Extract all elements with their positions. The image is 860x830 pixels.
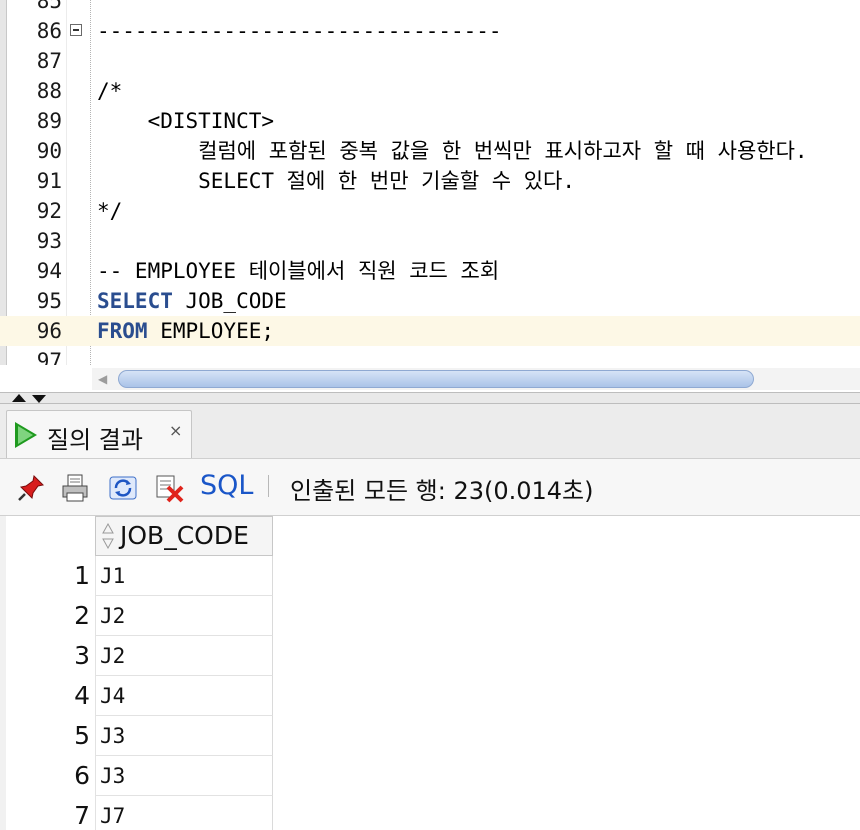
sql-button[interactable]: SQL xyxy=(200,470,253,501)
code-line[interactable]: 86 -------------------------------- xyxy=(0,16,860,46)
cell-value: J3 xyxy=(100,764,126,788)
fetch-status: 인출된 모든 행: 23(0.014초) xyxy=(290,477,594,505)
line-number: 97 xyxy=(36,349,62,365)
horizontal-scrollbar[interactable]: ◀ xyxy=(92,368,860,390)
run-icon xyxy=(15,422,37,448)
row-number: 6 xyxy=(74,761,90,790)
table-row[interactable]: 1 J1 xyxy=(6,556,860,596)
code-line[interactable]: 95 SELECT JOB_CODE xyxy=(0,286,860,316)
refresh-icon[interactable] xyxy=(108,473,138,503)
line-number: 86 xyxy=(36,19,62,43)
row-number: 1 xyxy=(74,561,90,590)
code-text: FROM EMPLOYEE; xyxy=(97,316,274,346)
code-text: -- EMPLOYEE 테이블에서 직원 코드 조회 xyxy=(97,259,500,283)
row-number: 5 xyxy=(74,721,90,750)
code-text: <DISTINCT> xyxy=(97,109,275,133)
line-number: 92 xyxy=(36,199,62,223)
code-line[interactable]: 93 xyxy=(0,226,860,256)
scroll-left-icon[interactable]: ◀ xyxy=(98,372,107,386)
row-number: 3 xyxy=(74,641,90,670)
line-number: 88 xyxy=(36,79,62,103)
collapse-down-icon[interactable] xyxy=(32,395,46,403)
row-number: 4 xyxy=(74,681,90,710)
delete-icon[interactable] xyxy=(154,473,184,503)
code-line[interactable]: 97 xyxy=(0,346,860,365)
result-toolbar: SQL 인출된 모든 행: 23(0.014초) xyxy=(0,459,860,516)
cell-value: J2 xyxy=(100,644,126,668)
table-row[interactable]: 2 J2 xyxy=(6,596,860,636)
job-code-cell[interactable]: J2 xyxy=(95,596,273,636)
code-text: -------------------------------- xyxy=(97,19,502,43)
cell-value: J4 xyxy=(100,684,126,708)
job-code-cell[interactable]: J3 xyxy=(95,716,273,756)
table-row[interactable]: 3 J2 xyxy=(6,636,860,676)
result-panel: 질의 결과 × SQL 인출된 모든 행: 23(0.014초) JOB_COD… xyxy=(0,404,860,830)
code-text: */ xyxy=(97,199,123,223)
job-code-cell[interactable]: J2 xyxy=(95,636,273,676)
cell-value: J7 xyxy=(100,804,126,828)
line-number: 96 xyxy=(36,319,62,343)
table-row[interactable]: 7 J7 xyxy=(6,796,860,830)
cell-value: J2 xyxy=(100,604,126,628)
cell-value: J1 xyxy=(100,564,126,588)
code-line[interactable]: 87 xyxy=(0,46,860,76)
code-line[interactable]: 91 SELECT 절에 한 번만 기술할 수 있다. xyxy=(0,166,860,196)
job-code-cell[interactable]: J7 xyxy=(95,796,273,830)
code-line[interactable]: 88 /* xyxy=(0,76,860,106)
line-number: 85 xyxy=(36,0,62,13)
table-row[interactable]: 6 J3 xyxy=(6,756,860,796)
job-code-cell[interactable]: J4 xyxy=(95,676,273,716)
line-number: 87 xyxy=(36,49,62,73)
job-code-cell[interactable]: J3 xyxy=(95,756,273,796)
job-code-cell[interactable]: J1 xyxy=(95,556,273,596)
line-number: 89 xyxy=(36,109,62,133)
toolbar-divider xyxy=(268,475,269,497)
table-row[interactable]: 5 J3 xyxy=(6,716,860,756)
row-number: 2 xyxy=(74,601,90,630)
result-tabbar: 질의 결과 × xyxy=(0,404,860,459)
line-number: 93 xyxy=(36,229,62,253)
table-row[interactable]: 4 J4 xyxy=(6,676,860,716)
code-text: 컬럼에 포함된 중복 값을 한 번씩만 표시하고자 할 때 사용한다. xyxy=(97,139,808,163)
tab-query-result[interactable]: 질의 결과 × xyxy=(6,410,192,458)
grid-header: JOB_CODE xyxy=(6,516,860,556)
line-number: 90 xyxy=(36,139,62,163)
code-line[interactable]: 90 컬럼에 포함된 중복 값을 한 번씩만 표시하고자 할 때 사용한다. xyxy=(0,136,860,166)
result-grid[interactable]: JOB_CODE 1 J1 2 J2 3 J2 4 J4 5 J3 6 J3 7 J7 xyxy=(6,516,860,830)
sort-icon[interactable] xyxy=(102,523,114,549)
code-text: /* xyxy=(97,79,123,103)
sql-identifier: EMPLOYEE; xyxy=(147,319,275,343)
code-line[interactable]: 96 FROM EMPLOYEE; xyxy=(0,316,860,346)
sql-keyword: SELECT xyxy=(97,289,173,313)
code-text: SELECT 절에 한 번만 기술할 수 있다. xyxy=(97,169,576,193)
code-editor[interactable]: 85 86 -------------------------------- 87 88… xyxy=(0,0,860,365)
panel-splitter[interactable] xyxy=(0,392,860,404)
fold-toggle-icon[interactable] xyxy=(70,24,82,36)
tab-label: 질의 결과 xyxy=(47,426,143,454)
row-number: 7 xyxy=(74,801,90,830)
code-line[interactable]: 85 xyxy=(0,0,860,16)
pin-icon[interactable] xyxy=(16,473,46,503)
line-number: 94 xyxy=(36,259,62,283)
column-header-label: JOB_CODE xyxy=(120,521,249,550)
sql-keyword: FROM xyxy=(97,319,148,343)
line-number: 91 xyxy=(36,169,62,193)
print-icon[interactable] xyxy=(60,473,90,503)
code-line[interactable]: 92 */ xyxy=(0,196,860,226)
cell-value: J3 xyxy=(100,724,126,748)
row-number-header xyxy=(6,516,95,556)
scrollbar-thumb[interactable] xyxy=(118,370,754,388)
sql-identifier: JOB_CODE xyxy=(172,289,287,313)
code-line[interactable]: 89 <DISTINCT> xyxy=(0,106,860,136)
tab-close-icon[interactable]: × xyxy=(169,421,182,440)
collapse-up-icon[interactable] xyxy=(12,394,26,402)
code-line[interactable]: 94 -- EMPLOYEE 테이블에서 직원 코드 조회 xyxy=(0,256,860,286)
code-text: SELECT JOB_CODE xyxy=(97,286,287,316)
line-number: 95 xyxy=(36,289,62,313)
column-header-job-code[interactable]: JOB_CODE xyxy=(95,516,273,556)
